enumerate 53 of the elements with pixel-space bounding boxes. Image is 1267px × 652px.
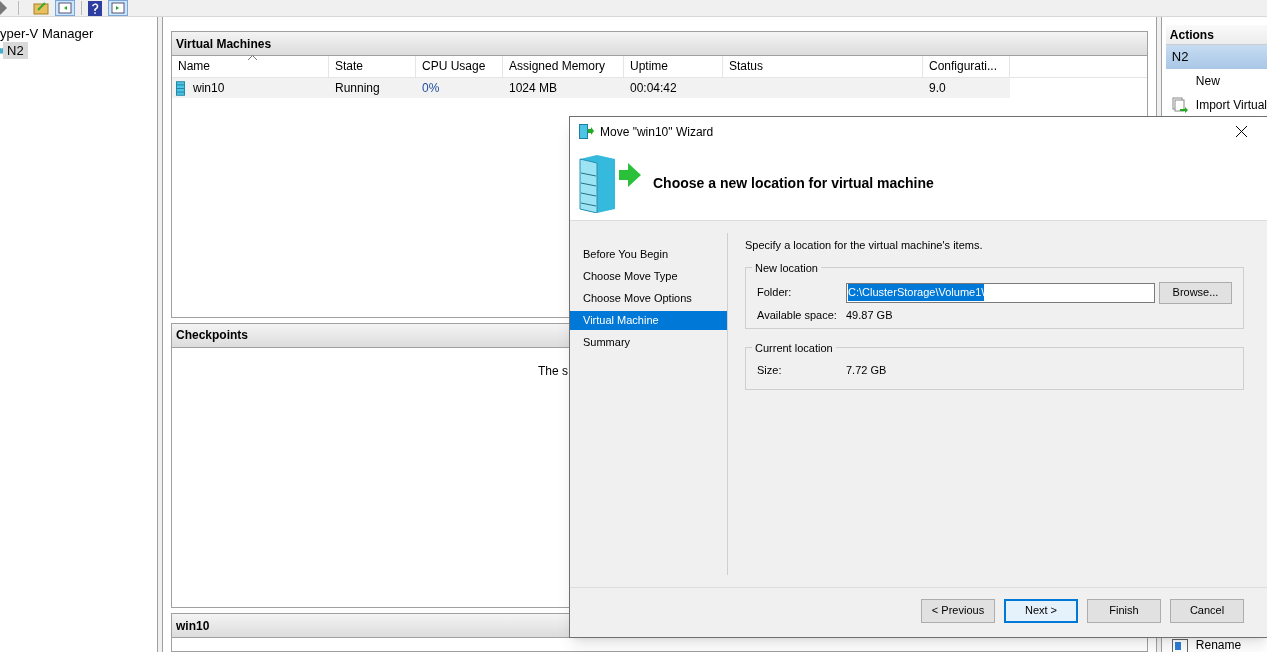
field-label: Available space: — [757, 307, 838, 323]
column-header[interactable]: Status — [723, 56, 923, 77]
actions-title: Actions — [1169, 26, 1214, 44]
column-header[interactable]: Name — [172, 56, 329, 77]
folder-icon[interactable] — [33, 1, 49, 15]
window-title: Move "win10" Wizard — [600, 123, 714, 141]
wizard-step[interactable]: Summary — [570, 333, 727, 352]
close-icon[interactable] — [1236, 126, 1247, 137]
server-arrow-icon — [579, 124, 594, 139]
field-label: Folder: — [757, 285, 793, 301]
pane-icon[interactable] — [108, 0, 128, 16]
panel-title: win10 — [176, 617, 210, 635]
column-header[interactable]: CPU Usage — [416, 56, 503, 77]
help-icon[interactable] — [88, 0, 102, 16]
panel-title: Virtual Machines — [176, 35, 272, 53]
column-header[interactable]: Uptime — [624, 56, 723, 77]
column-header[interactable]: Assigned Memory — [503, 56, 624, 77]
forward-icon[interactable] — [0, 1, 8, 15]
table-cell-text: 00:04:42 — [630, 80, 677, 97]
table-cell-text: 1024 MB — [509, 80, 557, 97]
tree-item[interactable]: N2 — [3, 42, 28, 59]
actions-group: N2 — [1171, 47, 1189, 67]
field-value: 49.87 GB — [846, 307, 893, 323]
wizard-button[interactable]: < Previous — [921, 598, 995, 623]
field-label: Size: — [757, 362, 783, 378]
folder-field[interactable]: C:\ClusterStorage\Volume1\ — [846, 282, 1155, 303]
table-cell-text: Running — [335, 80, 380, 97]
table-cell-text: 0% — [422, 80, 440, 97]
wizard-step[interactable]: Choose Move Type — [570, 267, 727, 286]
pane-icon[interactable] — [55, 0, 75, 16]
wizard-button[interactable]: Next > — [1004, 598, 1078, 623]
browse-button[interactable]: Browse... — [1159, 281, 1232, 304]
action-item[interactable]: Rename — [1195, 639, 1242, 652]
field-value: 7.72 GB — [846, 362, 887, 378]
wizard-button[interactable]: Finish — [1087, 598, 1161, 623]
import-icon — [1171, 97, 1188, 113]
column-header[interactable]: State — [329, 56, 416, 77]
wizard-button[interactable]: Cancel — [1170, 598, 1244, 623]
action-item[interactable]: New — [1195, 72, 1220, 90]
table-cell-text: 9.0 — [929, 80, 946, 97]
wizard-step[interactable]: Virtual Machine — [570, 311, 727, 330]
action-item[interactable]: Import Virtual — [1195, 96, 1267, 114]
intro-text: Specify a location for the virtual machine's items. — [745, 238, 984, 253]
table-cell-text: win10 — [193, 80, 225, 97]
panel-title: Checkpoints — [176, 327, 248, 345]
table-row[interactable]: win10 Running 0% 1024 MB 00:04:42 9.0 — [172, 78, 1010, 98]
server-arrow-icon — [577, 153, 641, 213]
tree-item[interactable]: yper-V Manager — [0, 25, 157, 42]
column-header[interactable]: Configurati... — [923, 56, 1010, 77]
wizard-heading: Choose a new location for virtual machine — [653, 173, 934, 193]
empty-message: The s — [538, 364, 568, 378]
wizard-step[interactable]: Before You Begin — [570, 245, 727, 264]
wizard-step[interactable]: Choose Move Options — [570, 289, 727, 308]
